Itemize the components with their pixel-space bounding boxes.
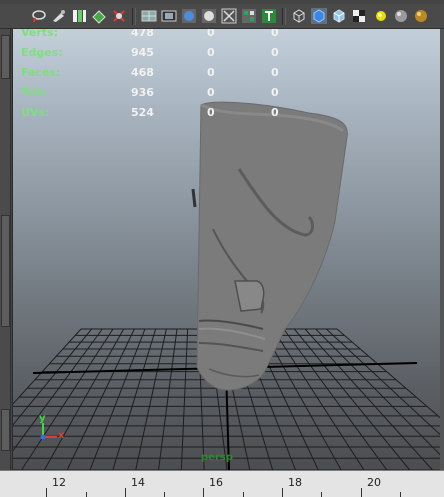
hud-value: 468 bbox=[131, 66, 154, 79]
hud-value: 0 bbox=[271, 29, 279, 39]
ruler-label: 18 bbox=[288, 476, 302, 489]
snap-icon[interactable] bbox=[110, 7, 128, 25]
grid-line bbox=[13, 328, 82, 405]
lasso-select-icon[interactable] bbox=[30, 7, 48, 25]
all-lights-icon[interactable] bbox=[392, 7, 410, 25]
ruler-tick bbox=[400, 492, 401, 497]
grid-line bbox=[325, 328, 441, 437]
hud-label: Edges: bbox=[21, 46, 63, 59]
hud-value: 945 bbox=[131, 46, 154, 59]
grid-line bbox=[66, 328, 135, 470]
ruler-tick bbox=[243, 492, 244, 497]
hud-value: 0 bbox=[207, 86, 215, 99]
film-gate-icon[interactable] bbox=[160, 7, 178, 25]
ruler-label: 14 bbox=[131, 476, 145, 489]
perspective-viewport[interactable]: Verts: 478 0 0 Edges: 945 0 0 Faces: 468… bbox=[12, 29, 441, 470]
hud-label: Tris: bbox=[21, 86, 48, 99]
hud-label: Verts: bbox=[21, 29, 59, 39]
left-panel-edge bbox=[0, 29, 11, 470]
hud-value: 0 bbox=[207, 66, 215, 79]
hud-value: 524 bbox=[131, 106, 154, 119]
face-mesh[interactable] bbox=[191, 101, 348, 391]
grid-line bbox=[13, 328, 103, 452]
ruler-label: 12 bbox=[52, 476, 66, 489]
shaded-cube-icon[interactable] bbox=[310, 7, 328, 25]
hud-value: 0 bbox=[207, 46, 215, 59]
hud-value: 0 bbox=[207, 106, 215, 119]
checker-icon[interactable] bbox=[350, 7, 368, 25]
hud-value: 0 bbox=[207, 29, 215, 39]
snapshot-icon[interactable] bbox=[90, 7, 108, 25]
hud-row-edges: Edges: 945 0 0 bbox=[13, 46, 313, 60]
ruler-tick bbox=[321, 492, 322, 497]
camera-name-label: persp bbox=[201, 452, 233, 463]
isolate-icon[interactable] bbox=[220, 7, 238, 25]
time-slider[interactable]: 12 14 16 18 20 bbox=[0, 470, 444, 497]
grid-line bbox=[43, 328, 125, 470]
grid-line bbox=[272, 328, 365, 470]
right-panel-edge bbox=[440, 29, 444, 470]
grid-line bbox=[112, 328, 157, 470]
panel-toolbar bbox=[0, 4, 444, 29]
ruler-label: 16 bbox=[209, 476, 223, 489]
grid-line bbox=[180, 328, 189, 470]
wireframe-cube-icon[interactable] bbox=[290, 7, 308, 25]
hud-row-uvs: UVs: 524 0 0 bbox=[13, 106, 313, 120]
hud-value: 0 bbox=[271, 46, 279, 59]
hud-label: UVs: bbox=[21, 106, 50, 119]
grid-line bbox=[315, 328, 441, 457]
hud-value: 478 bbox=[131, 29, 154, 39]
texture-icon[interactable] bbox=[240, 7, 258, 25]
grid-line bbox=[293, 328, 411, 470]
grid-line bbox=[89, 328, 146, 470]
hud-label: Faces: bbox=[21, 66, 61, 79]
ruler-label: 20 bbox=[367, 476, 381, 489]
axis-y-label: y bbox=[39, 413, 46, 424]
shadow-icon[interactable] bbox=[412, 7, 430, 25]
toolbar-separator bbox=[282, 8, 286, 25]
grid-line bbox=[21, 328, 114, 470]
ruler-tick bbox=[86, 492, 87, 497]
grid-line bbox=[304, 328, 433, 470]
default-light-icon[interactable] bbox=[372, 7, 390, 25]
wireframe-shade-icon[interactable] bbox=[140, 7, 158, 25]
paint-select-icon[interactable] bbox=[50, 7, 68, 25]
hud-value: 0 bbox=[271, 66, 279, 79]
left-panel-handle[interactable] bbox=[1, 409, 10, 451]
ruler-tick bbox=[164, 492, 165, 497]
grid-line bbox=[13, 328, 93, 426]
toolbar-separator bbox=[132, 8, 136, 25]
left-panel-handle[interactable] bbox=[1, 35, 10, 79]
uv-editor-icon[interactable] bbox=[70, 7, 88, 25]
hud-value: 0 bbox=[271, 106, 279, 119]
left-panel-handle[interactable] bbox=[1, 215, 10, 327]
grid-line bbox=[283, 328, 388, 470]
xray-icon[interactable] bbox=[200, 7, 218, 25]
hud-value: 0 bbox=[271, 86, 279, 99]
axis-x-label: x bbox=[58, 430, 65, 441]
smooth-shade-icon[interactable] bbox=[180, 7, 198, 25]
hud-value: 936 bbox=[131, 86, 154, 99]
hud-row-faces: Faces: 468 0 0 bbox=[13, 66, 313, 80]
hud-row-verts: Verts: 478 0 0 bbox=[13, 29, 313, 40]
text-icon[interactable] bbox=[260, 7, 278, 25]
hud-row-tris: Tris: 936 0 0 bbox=[13, 86, 313, 100]
textured-cube-icon[interactable] bbox=[330, 7, 348, 25]
